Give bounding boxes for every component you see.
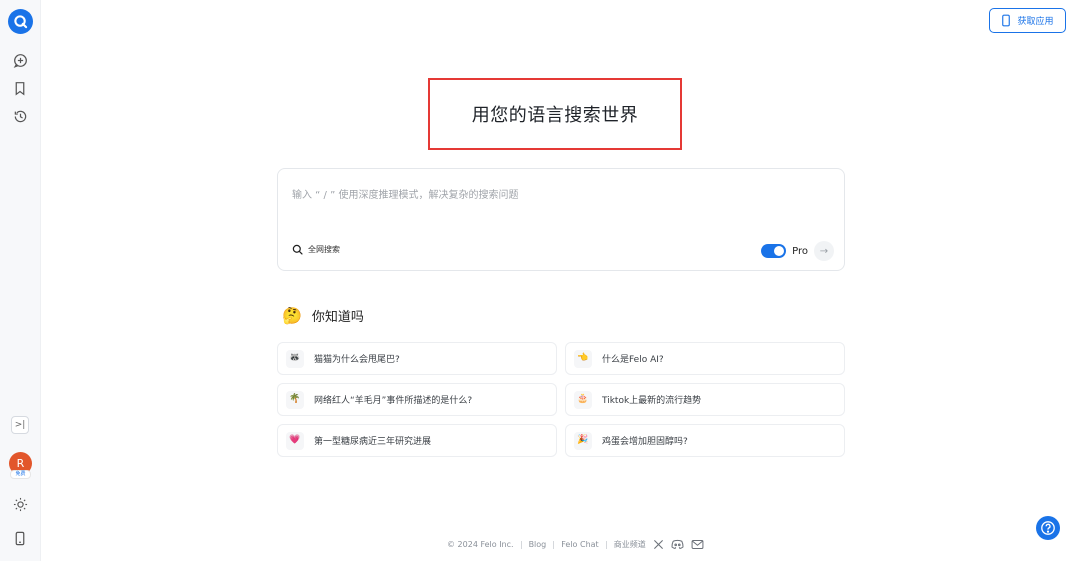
history-icon[interactable] xyxy=(11,107,29,125)
arrow-right-icon: → xyxy=(819,245,829,257)
mail-icon[interactable] xyxy=(691,539,704,550)
x-twitter-icon[interactable] xyxy=(653,539,664,550)
did-you-know-title: 你知道吗 xyxy=(311,310,364,325)
suggestion-text: 什么是Felo AI? xyxy=(602,355,664,365)
page-title: 用您的语言搜索世界 xyxy=(471,105,639,126)
suggestion-emoji-icon: 💗 xyxy=(286,431,304,450)
felo-logo-icon[interactable] xyxy=(8,9,33,34)
search-input[interactable] xyxy=(292,187,812,203)
search-box: 全网搜索 Pro → xyxy=(277,168,845,271)
footer-copyright: © 2024 Felo Inc. xyxy=(447,540,514,549)
mobile-icon xyxy=(1002,14,1011,27)
suggestion-text: Tiktok上最新的流行趋势 xyxy=(602,396,702,406)
suggestion-emoji-icon: 🦝 xyxy=(286,349,304,368)
suggestion-emoji-icon: 🎂 xyxy=(574,390,592,409)
footer-divider xyxy=(605,540,607,549)
sidebar: >| R 免费 xyxy=(0,0,41,561)
suggestion-text: 第一型糖尿病近三年研究进展 xyxy=(314,437,432,447)
mobile-app-icon[interactable] xyxy=(11,529,29,547)
footer-felo-chat-link[interactable]: Felo Chat xyxy=(561,540,598,549)
suggestion-card[interactable]: 🎂 Tiktok上最新的流行趋势 xyxy=(565,383,845,416)
footer-divider xyxy=(553,540,555,549)
discord-icon[interactable] xyxy=(671,539,684,550)
get-app-label: 获取应用 xyxy=(1017,17,1054,27)
theme-sun-icon[interactable] xyxy=(11,495,29,513)
thinking-face-icon: 🤔 xyxy=(282,305,302,325)
send-button[interactable]: → xyxy=(814,241,834,261)
suggestion-card[interactable]: 💗 第一型糖尿病近三年研究进展 xyxy=(277,424,557,457)
pro-controls: Pro → xyxy=(761,241,834,261)
footer-blog-link[interactable]: Blog xyxy=(529,540,547,549)
suggestion-card[interactable]: 🎉 鸡蛋会增加胆固醇吗? xyxy=(565,424,845,457)
pro-label: Pro xyxy=(792,245,808,257)
footer-business-link[interactable]: 商业频道 xyxy=(614,539,646,550)
suggestion-emoji-icon: 👈 xyxy=(574,349,592,368)
question-mark-icon xyxy=(1041,521,1055,535)
page-title-highlight: 用您的语言搜索世界 xyxy=(428,78,682,150)
suggestion-text: 猫猫为什么会甩尾巴? xyxy=(314,355,400,365)
suggestion-card[interactable]: 🦝 猫猫为什么会甩尾巴? xyxy=(277,342,557,375)
collapse-sidebar-button[interactable]: >| xyxy=(11,416,29,434)
search-scope-selector[interactable]: 全网搜索 xyxy=(292,244,340,255)
search-icon xyxy=(292,244,303,255)
new-chat-icon[interactable] xyxy=(11,51,29,69)
suggestion-emoji-icon: 🎉 xyxy=(574,431,592,450)
plan-badge: 免费 xyxy=(10,470,31,479)
suggestion-text: 鸡蛋会增加胆固醇吗? xyxy=(602,437,688,447)
did-you-know-header: 🤔 你知道吗 xyxy=(282,306,364,325)
get-app-button[interactable]: 获取应用 xyxy=(989,8,1066,33)
search-scope-label: 全网搜索 xyxy=(308,245,340,254)
suggestion-card[interactable]: 🌴 网络红人“羊毛月”事件所描述的是什么? xyxy=(277,383,557,416)
footer-divider xyxy=(520,540,522,549)
bookmark-icon[interactable] xyxy=(11,79,29,97)
footer: © 2024 Felo Inc. Blog Felo Chat 商业频道 xyxy=(447,539,704,550)
suggestion-emoji-icon: 🌴 xyxy=(286,390,304,409)
help-button[interactable] xyxy=(1036,516,1060,540)
pro-toggle[interactable] xyxy=(761,244,787,258)
suggestion-card[interactable]: 👈 什么是Felo AI? xyxy=(565,342,845,375)
suggestion-text: 网络红人“羊毛月”事件所描述的是什么? xyxy=(314,396,473,406)
